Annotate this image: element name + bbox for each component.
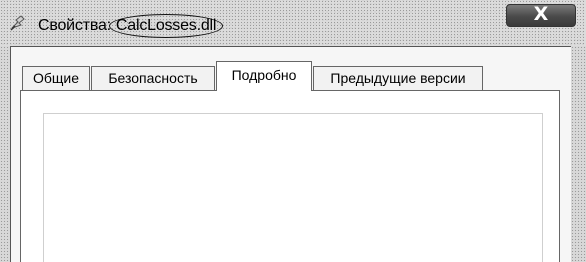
file-properties-icon [10,15,25,31]
window-frame-right [571,46,586,262]
properties-dialog: Свойства: CalcLosses.dll X Общие Безопасн… [0,0,586,262]
close-icon: X [533,3,549,25]
tab-label: Подробно [231,67,297,83]
title-filename: CalcLosses.dll [108,14,224,38]
tab-label: Общие [32,70,80,86]
tab-details[interactable]: Подробно [216,61,312,91]
tab-security[interactable]: Безопасность [91,66,215,90]
close-button[interactable]: X [506,3,576,27]
details-tab-panel [20,90,560,262]
tab-general[interactable]: Общие [22,66,90,90]
window-frame-left [0,46,10,262]
tab-label: Безопасность [108,70,198,86]
title-prefix: Свойства: [38,17,111,34]
window-title: Свойства: CalcLosses.dll [38,14,224,38]
details-list-view[interactable] [43,113,543,262]
tab-previous-versions[interactable]: Предыдущие версии [313,66,483,90]
tab-label: Предыдущие версии [330,70,466,86]
